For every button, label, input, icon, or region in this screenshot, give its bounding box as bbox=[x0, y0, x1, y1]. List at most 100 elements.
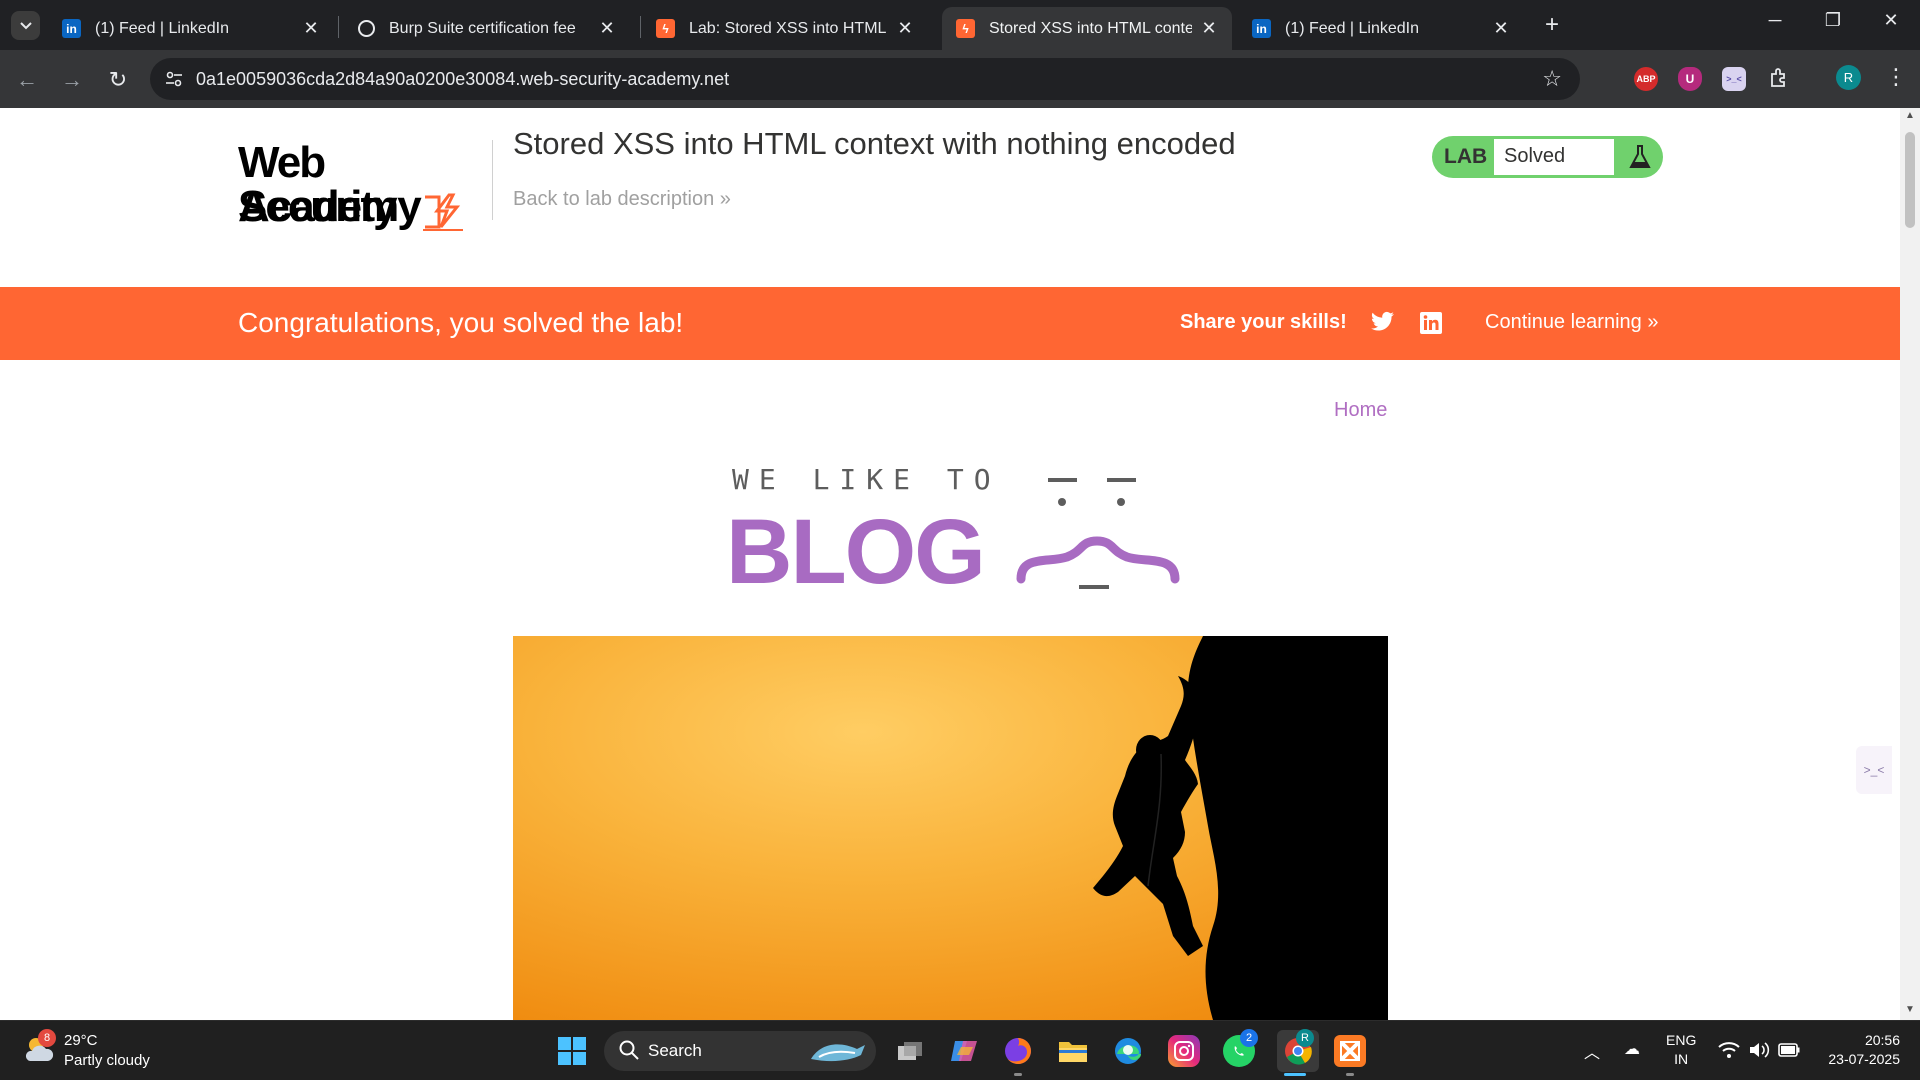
home-link[interactable]: Home bbox=[1334, 399, 1387, 422]
solved-message: Congratulations, you solved the lab! bbox=[238, 307, 684, 338]
browser-tab-linkedin-2[interactable]: in (1) Feed | LinkedIn ✕ bbox=[1238, 7, 1524, 50]
bookmark-star-icon[interactable]: ☆ bbox=[1542, 66, 1562, 92]
clock-time: 20:56 bbox=[1864, 1032, 1900, 1048]
scroll-thumb[interactable] bbox=[1905, 132, 1915, 228]
clock-date: 23-07-2025 bbox=[1828, 1051, 1900, 1067]
page-scrollbar[interactable]: ▲ ▼ bbox=[1900, 108, 1920, 1020]
app-running-indicator bbox=[1346, 1073, 1354, 1076]
share-skills-label: Share your skills! bbox=[1180, 311, 1347, 333]
profile-avatar[interactable]: R bbox=[1836, 65, 1861, 90]
restore-button[interactable]: ❐ bbox=[1818, 10, 1848, 31]
new-tab-button[interactable]: + bbox=[1545, 12, 1559, 38]
lab-status-widget: LAB Solved bbox=[1432, 136, 1663, 178]
tab-title: (1) Feed | LinkedIn bbox=[1285, 19, 1420, 37]
minimize-button[interactable]: ─ bbox=[1760, 10, 1790, 31]
onedrive-icon[interactable]: ☁ bbox=[1624, 1039, 1640, 1059]
address-bar[interactable]: 0a1e0059036cda2d84a90a0200e30084.web-sec… bbox=[150, 58, 1580, 100]
back-to-lab-description-link[interactable]: Back to lab description » bbox=[513, 188, 731, 211]
tab-separator bbox=[338, 16, 339, 38]
file-explorer-icon[interactable] bbox=[1057, 1035, 1089, 1067]
tab-title: Lab: Stored XSS into HTML cont bbox=[689, 19, 888, 37]
weather-description: Partly cloudy bbox=[64, 1052, 150, 1069]
scroll-down-arrow-icon[interactable]: ▼ bbox=[1904, 1004, 1916, 1015]
blog-hero-image[interactable] bbox=[513, 636, 1388, 1020]
task-view-icon[interactable] bbox=[894, 1035, 926, 1067]
screen: in (1) Feed | LinkedIn ✕ Burp Suite cert… bbox=[0, 0, 1920, 1080]
chatgpt-icon bbox=[358, 20, 375, 37]
flask-icon bbox=[1629, 145, 1651, 168]
instagram-icon[interactable] bbox=[1168, 1035, 1200, 1067]
browser-toolbar: ← → ↻ 0a1e0059036cda2d84a90a0200e30084.w… bbox=[0, 50, 1920, 108]
extension-badge-icon: >_< bbox=[1863, 763, 1885, 777]
taskbar-search[interactable]: Search bbox=[604, 1031, 876, 1071]
browser-menu-icon[interactable]: ⋮ bbox=[1885, 64, 1907, 90]
close-icon[interactable]: ✕ bbox=[1200, 18, 1218, 39]
tab-title: (1) Feed | LinkedIn bbox=[95, 19, 230, 37]
lab-status-value: Solved bbox=[1494, 139, 1614, 175]
show-hidden-icons-chevron-icon[interactable]: ︿ bbox=[1584, 1039, 1600, 1063]
reload-button[interactable]: ↻ bbox=[103, 65, 133, 95]
windows-taskbar: 8 29°C Partly cloudy Search 2 R ︿ ☁ ENG … bbox=[0, 1020, 1920, 1080]
back-button[interactable]: ← bbox=[12, 65, 42, 95]
forward-button[interactable]: → bbox=[57, 65, 87, 95]
windows-start-button[interactable] bbox=[558, 1037, 586, 1065]
close-icon[interactable]: ✕ bbox=[598, 18, 616, 39]
extension-badge-icon[interactable]: >_< bbox=[1722, 67, 1746, 91]
linkedin-icon: in bbox=[1252, 19, 1271, 38]
adblock-plus-icon[interactable]: ABP bbox=[1634, 67, 1658, 91]
blog-face-icon bbox=[1016, 478, 1180, 589]
region-code: IN bbox=[1674, 1051, 1689, 1067]
weather-widget[interactable]: 8 29°C Partly cloudy bbox=[22, 1029, 182, 1073]
academy-bolt-icon bbox=[423, 193, 463, 231]
lab-solved-banner: Congratulations, you solved the lab! Sha… bbox=[0, 287, 1900, 360]
twitter-icon[interactable] bbox=[1371, 311, 1395, 333]
blog-logo: WE LIKE TO BLOG bbox=[720, 463, 1180, 608]
volume-icon[interactable] bbox=[1748, 1041, 1770, 1059]
tab-title: Stored XSS into HTML context w bbox=[989, 19, 1192, 37]
close-icon[interactable]: ✕ bbox=[896, 18, 914, 39]
browser-tab-burp-fee[interactable]: Burp Suite certification fee ✕ bbox=[344, 7, 630, 50]
portswigger-icon: ϟ bbox=[956, 19, 975, 38]
copilot-icon[interactable] bbox=[948, 1035, 980, 1067]
start-tile bbox=[573, 1037, 586, 1050]
battery-icon[interactable] bbox=[1778, 1043, 1800, 1057]
app-running-indicator bbox=[1014, 1073, 1022, 1076]
site-info-icon[interactable] bbox=[164, 69, 184, 89]
start-tile bbox=[573, 1052, 586, 1065]
weather-temperature: 29°C bbox=[64, 1032, 98, 1049]
ublock-icon[interactable]: U bbox=[1678, 67, 1702, 91]
close-icon[interactable]: ✕ bbox=[302, 18, 320, 39]
browser-tabstrip: in (1) Feed | LinkedIn ✕ Burp Suite cert… bbox=[0, 0, 1920, 50]
firefox-icon[interactable] bbox=[1002, 1035, 1034, 1067]
extensions-puzzle-icon[interactable] bbox=[1768, 66, 1792, 90]
portswigger-icon: ϟ bbox=[656, 19, 675, 38]
web-security-academy-logo[interactable]: Web Security Academy bbox=[238, 133, 490, 233]
xampp-icon[interactable] bbox=[1334, 1035, 1366, 1067]
start-tile bbox=[558, 1037, 571, 1050]
window-close-button[interactable]: ✕ bbox=[1876, 10, 1906, 31]
scroll-up-arrow-icon[interactable]: ▲ bbox=[1904, 110, 1916, 121]
language-code: ENG bbox=[1666, 1032, 1697, 1048]
close-icon[interactable]: ✕ bbox=[1492, 18, 1510, 39]
lab-title: Stored XSS into HTML context with nothin… bbox=[513, 126, 1236, 161]
browser-tab-lab-active[interactable]: ϟ Stored XSS into HTML context w ✕ bbox=[942, 7, 1232, 50]
system-clock[interactable]: 20:56 23-07-2025 bbox=[1808, 1031, 1900, 1069]
blog-wordmark: BLOG bbox=[726, 501, 986, 603]
linkedin-share-icon[interactable] bbox=[1419, 311, 1443, 335]
search-icon bbox=[619, 1040, 639, 1060]
wifi-icon[interactable] bbox=[1718, 1041, 1740, 1059]
tab-separator bbox=[640, 16, 641, 38]
climber-silhouette-image bbox=[513, 636, 1388, 1020]
browser-tab-lab-description[interactable]: ϟ Lab: Stored XSS into HTML cont ✕ bbox=[642, 7, 928, 50]
edge-icon[interactable] bbox=[1112, 1035, 1144, 1067]
tab-search-button[interactable] bbox=[11, 11, 40, 40]
browser-tab-linkedin-1[interactable]: in (1) Feed | LinkedIn ✕ bbox=[48, 7, 334, 50]
language-indicator[interactable]: ENG IN bbox=[1666, 1031, 1696, 1069]
floating-extension-button[interactable]: >_< bbox=[1856, 746, 1892, 794]
chrome-profile-badge: R bbox=[1296, 1029, 1314, 1047]
logo-line-2: Academy bbox=[238, 182, 422, 231]
chevron-down-icon bbox=[19, 21, 32, 29]
continue-learning-link[interactable]: Continue learning » bbox=[1485, 311, 1658, 334]
whatsapp-notification-badge: 2 bbox=[1240, 1029, 1258, 1047]
url-text: 0a1e0059036cda2d84a90a0200e30084.web-sec… bbox=[196, 69, 730, 89]
